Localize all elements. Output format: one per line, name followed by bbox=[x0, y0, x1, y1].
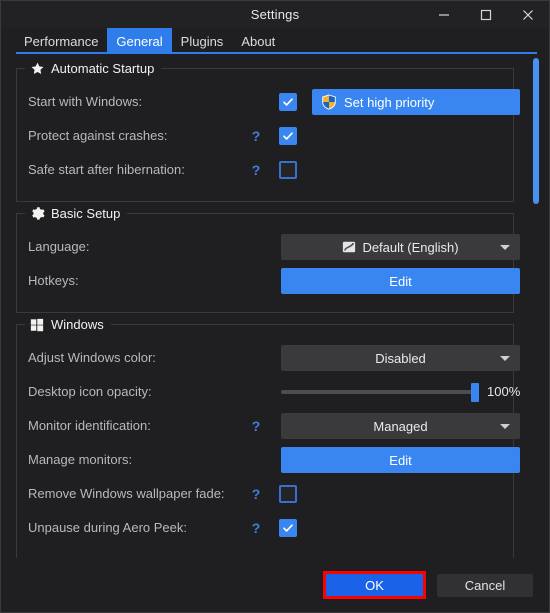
close-icon bbox=[522, 9, 534, 21]
button-label: Set high priority bbox=[344, 95, 434, 110]
ok-button-highlight: OK bbox=[323, 571, 426, 599]
maximize-button[interactable] bbox=[465, 1, 507, 28]
row-label: Start with Windows: bbox=[28, 85, 142, 119]
help-icon[interactable]: ? bbox=[249, 477, 263, 511]
tab-plugins[interactable]: Plugins bbox=[172, 28, 233, 54]
chevron-down-icon bbox=[500, 424, 510, 429]
window-controls bbox=[423, 1, 549, 28]
checkbox-protect-against-crashes[interactable] bbox=[279, 127, 297, 145]
shield-icon bbox=[321, 94, 337, 110]
row-adjust-windows-color: Adjust Windows color: Disabled bbox=[17, 341, 513, 375]
scrollbar-thumb[interactable] bbox=[533, 58, 539, 204]
row-label: Unpause during Aero Peek: bbox=[28, 511, 187, 545]
titlebar: Settings bbox=[1, 1, 549, 28]
button-label: Edit bbox=[389, 453, 411, 468]
dropdown-value: Default (English) bbox=[362, 240, 458, 255]
hotkeys-edit-button[interactable]: Edit bbox=[281, 268, 520, 294]
language-flag-icon bbox=[342, 240, 356, 254]
row-label: Monitor identification: bbox=[28, 409, 151, 443]
tab-bar: Performance General Plugins About bbox=[1, 28, 549, 54]
group-body-windows: Adjust Windows color: Disabled Desktop i… bbox=[17, 325, 513, 555]
monitor-identification-dropdown[interactable]: Managed bbox=[281, 413, 520, 439]
row-label: Desktop icon opacity: bbox=[28, 375, 152, 409]
settings-window: Settings Performance General bbox=[0, 0, 550, 613]
group-label: Basic Setup bbox=[51, 206, 120, 221]
group-title-automatic-startup: Automatic Startup bbox=[25, 59, 161, 78]
row-remove-windows-wallpaper-fade: Remove Windows wallpaper fade: ? bbox=[17, 477, 513, 511]
checkbox-remove-windows-wallpaper-fade[interactable] bbox=[279, 485, 297, 503]
check-icon bbox=[282, 522, 294, 534]
minimize-button[interactable] bbox=[423, 1, 465, 28]
help-icon[interactable]: ? bbox=[249, 119, 263, 153]
minimize-icon bbox=[438, 9, 450, 21]
row-label: Protect against crashes: bbox=[28, 119, 167, 153]
button-label: Edit bbox=[389, 274, 411, 289]
desktop-icon-opacity-slider[interactable] bbox=[281, 379, 479, 405]
group-windows: Windows Adjust Windows color: Disabled D… bbox=[16, 324, 514, 558]
tab-about[interactable]: About bbox=[232, 28, 284, 54]
group-automatic-startup: Automatic Startup Start with Windows: bbox=[16, 68, 514, 202]
adjust-windows-color-dropdown[interactable]: Disabled bbox=[281, 345, 520, 371]
vertical-scrollbar[interactable] bbox=[533, 58, 539, 554]
dropdown-value: Disabled bbox=[375, 351, 426, 366]
slider-track bbox=[281, 390, 479, 394]
checkbox-start-with-windows[interactable] bbox=[279, 93, 297, 111]
close-button[interactable] bbox=[507, 1, 549, 28]
group-basic-setup: Basic Setup Language: Default (English) bbox=[16, 213, 514, 313]
group-label: Automatic Startup bbox=[51, 61, 154, 76]
chevron-down-icon bbox=[500, 356, 510, 361]
row-protect-against-crashes: Protect against crashes: ? bbox=[17, 119, 513, 153]
group-title-basic-setup: Basic Setup bbox=[25, 204, 127, 223]
manage-monitors-edit-button[interactable]: Edit bbox=[281, 447, 520, 473]
set-high-priority-button[interactable]: Set high priority bbox=[312, 89, 520, 115]
row-label: Language: bbox=[28, 230, 89, 264]
row-unpause-during-aero-peek: Unpause during Aero Peek: ? bbox=[17, 511, 513, 545]
checkbox-unpause-during-aero-peek[interactable] bbox=[279, 519, 297, 537]
button-label: Cancel bbox=[465, 578, 505, 593]
window-title: Settings bbox=[251, 7, 300, 22]
slider-value-label: 100% bbox=[487, 375, 520, 409]
group-body-basic-setup: Language: Default (English) Hotkeys: bbox=[17, 214, 513, 308]
check-icon bbox=[282, 130, 294, 142]
row-start-with-windows: Start with Windows: bbox=[17, 85, 513, 119]
cancel-button[interactable]: Cancel bbox=[437, 574, 533, 597]
row-desktop-icon-opacity: Desktop icon opacity: 100% bbox=[17, 375, 513, 409]
row-label: Safe start after hibernation: bbox=[28, 153, 185, 187]
windows-logo-icon bbox=[29, 317, 45, 333]
dialog-footer: OK Cancel bbox=[1, 558, 549, 612]
group-title-windows: Windows bbox=[25, 315, 111, 334]
star-icon bbox=[29, 61, 45, 77]
group-body-automatic-startup: Start with Windows: bbox=[17, 69, 513, 197]
help-icon[interactable]: ? bbox=[249, 511, 263, 545]
group-label: Windows bbox=[51, 317, 104, 332]
tab-general[interactable]: General bbox=[107, 28, 171, 54]
button-label: OK bbox=[365, 578, 384, 593]
row-manage-monitors: Manage monitors: Edit bbox=[17, 443, 513, 477]
row-label: Hotkeys: bbox=[28, 264, 79, 298]
row-language: Language: Default (English) bbox=[17, 230, 513, 264]
slider-thumb[interactable] bbox=[471, 383, 479, 402]
gear-icon bbox=[29, 206, 45, 222]
row-label: Remove Windows wallpaper fade: bbox=[28, 477, 225, 511]
row-hotkeys: Hotkeys: Edit bbox=[17, 264, 513, 298]
chevron-down-icon bbox=[500, 245, 510, 250]
ok-button[interactable]: OK bbox=[326, 574, 423, 596]
dropdown-value: Managed bbox=[373, 419, 427, 434]
row-label: Adjust Windows color: bbox=[28, 341, 156, 375]
language-dropdown[interactable]: Default (English) bbox=[281, 234, 520, 260]
row-monitor-identification: Monitor identification: ? Managed bbox=[17, 409, 513, 443]
maximize-icon bbox=[480, 9, 492, 21]
checkbox-safe-start-after-hibernation[interactable] bbox=[279, 161, 297, 179]
check-icon bbox=[282, 96, 294, 108]
tab-performance[interactable]: Performance bbox=[15, 28, 107, 54]
row-safe-start-after-hibernation: Safe start after hibernation: ? bbox=[17, 153, 513, 187]
settings-scroll-area[interactable]: Automatic Startup Start with Windows: bbox=[1, 54, 549, 558]
help-icon[interactable]: ? bbox=[249, 409, 263, 443]
row-label: Manage monitors: bbox=[28, 443, 132, 477]
help-icon[interactable]: ? bbox=[249, 153, 263, 187]
